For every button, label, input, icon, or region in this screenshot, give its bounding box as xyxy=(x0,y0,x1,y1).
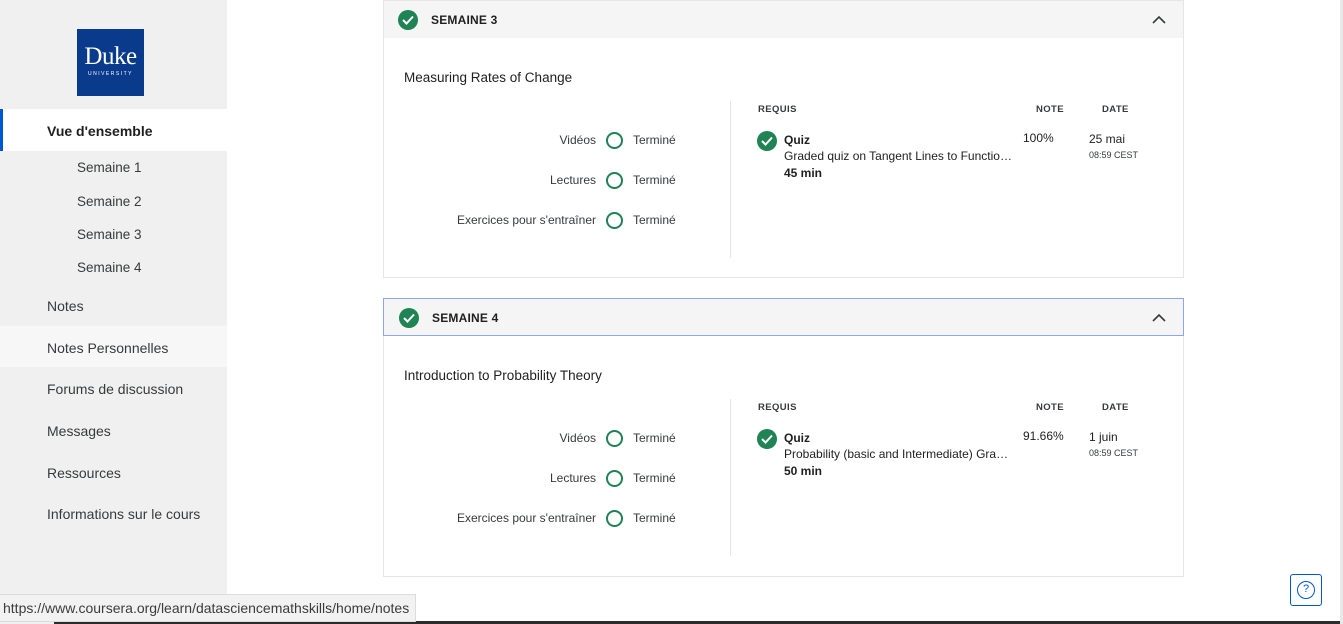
progress-circle-icon xyxy=(606,510,623,527)
column-header-date: DATE xyxy=(1102,402,1129,413)
status-bar-url: https://www.coursera.org/learn/datascien… xyxy=(0,594,417,622)
column-header-required: REQUIS xyxy=(758,104,797,115)
week-card-4: SEMAINE 4 Introduction to Probability Th… xyxy=(383,298,1184,577)
quiz-date: 25 mai xyxy=(1089,132,1126,146)
chevron-up-icon[interactable] xyxy=(1151,310,1167,326)
sidebar-item-week-1[interactable]: Semaine 1 xyxy=(77,160,142,175)
progress-circle-icon xyxy=(606,172,623,189)
sidebar: Duke UNIVERSITY Vue d'ensemble Semaine 1… xyxy=(0,0,227,624)
progress-status: Terminé xyxy=(633,511,676,525)
progress-circle-icon xyxy=(606,470,623,487)
progress-label-readings: Lectures xyxy=(549,173,596,187)
sidebar-item-grades[interactable]: Notes xyxy=(47,298,84,314)
quiz-date: 1 juin xyxy=(1089,430,1118,444)
completed-check-icon xyxy=(398,10,418,30)
sidebar-item-personal-notes[interactable]: Notes Personnelles xyxy=(47,340,168,356)
progress-circle-icon xyxy=(606,132,623,149)
sidebar-item-overview[interactable]: Vue d'ensemble xyxy=(0,109,227,151)
quiz-grade: 91.66% xyxy=(1023,429,1064,443)
logo-subtext: UNIVERSITY xyxy=(87,71,133,77)
duke-logo[interactable]: Duke UNIVERSITY xyxy=(77,29,144,96)
week-header-3[interactable]: SEMAINE 3 xyxy=(384,1,1183,38)
progress-label-readings: Lectures xyxy=(549,471,596,485)
week-card-3: SEMAINE 3 Measuring Rates of Change Vidé… xyxy=(383,0,1184,278)
column-header-date: DATE xyxy=(1102,104,1129,115)
column-header-required: REQUIS xyxy=(758,402,797,413)
quiz-name[interactable]: Probability (basic and Intermediate) Gra… xyxy=(784,447,1012,461)
progress-status: Terminé xyxy=(633,431,676,445)
quiz-duration: 45 min xyxy=(784,166,823,180)
sidebar-item-forums[interactable]: Forums de discussion xyxy=(47,381,183,397)
sidebar-item-week-2[interactable]: Semaine 2 xyxy=(77,194,142,209)
chevron-up-icon[interactable] xyxy=(1151,12,1167,28)
column-divider xyxy=(730,101,731,258)
module-title: Introduction to Probability Theory xyxy=(404,368,602,383)
quiz-link[interactable]: Quiz xyxy=(784,431,810,445)
progress-label-videos: Vidéos xyxy=(559,133,596,147)
sidebar-item-resources[interactable]: Ressources xyxy=(47,465,121,481)
quiz-name[interactable]: Graded quiz on Tangent Lines to Function… xyxy=(784,149,1012,163)
quiz-time: 08:59 CEST xyxy=(1089,448,1139,458)
help-button[interactable]: ? xyxy=(1290,574,1322,606)
quiz-completed-icon xyxy=(757,429,777,449)
question-mark-icon: ? xyxy=(1297,581,1315,599)
week-title: SEMAINE 4 xyxy=(432,311,499,325)
module-title: Measuring Rates of Change xyxy=(404,70,573,85)
sidebar-item-week-4[interactable]: Semaine 4 xyxy=(77,260,142,275)
quiz-time: 08:59 CEST xyxy=(1089,150,1139,160)
quiz-duration: 50 min xyxy=(784,464,823,478)
quiz-link[interactable]: Quiz xyxy=(784,133,810,147)
sidebar-item-course-info[interactable]: Informations sur le cours xyxy=(47,506,200,522)
sidebar-item-week-3[interactable]: Semaine 3 xyxy=(77,227,142,242)
column-header-grade: NOTE xyxy=(1036,104,1064,115)
week-title: SEMAINE 3 xyxy=(431,13,498,27)
week-header-4[interactable]: SEMAINE 4 xyxy=(383,298,1184,336)
quiz-completed-icon xyxy=(757,131,777,151)
quiz-grade: 100% xyxy=(1023,131,1054,145)
completed-check-icon xyxy=(399,308,419,328)
progress-label-practice: Exercices pour s'entraîner xyxy=(456,213,596,227)
column-divider xyxy=(730,399,731,556)
progress-status: Terminé xyxy=(633,213,676,227)
progress-label-practice: Exercices pour s'entraîner xyxy=(456,511,596,525)
progress-circle-icon xyxy=(606,212,623,229)
sidebar-item-label: Vue d'ensemble xyxy=(47,123,153,139)
column-header-grade: NOTE xyxy=(1036,402,1064,413)
progress-circle-icon xyxy=(606,430,623,447)
progress-label-videos: Vidéos xyxy=(559,431,596,445)
progress-status: Terminé xyxy=(633,133,676,147)
progress-status: Terminé xyxy=(633,173,676,187)
progress-status: Terminé xyxy=(633,471,676,485)
sidebar-item-messages[interactable]: Messages xyxy=(47,423,111,439)
logo-text: Duke xyxy=(84,43,137,70)
